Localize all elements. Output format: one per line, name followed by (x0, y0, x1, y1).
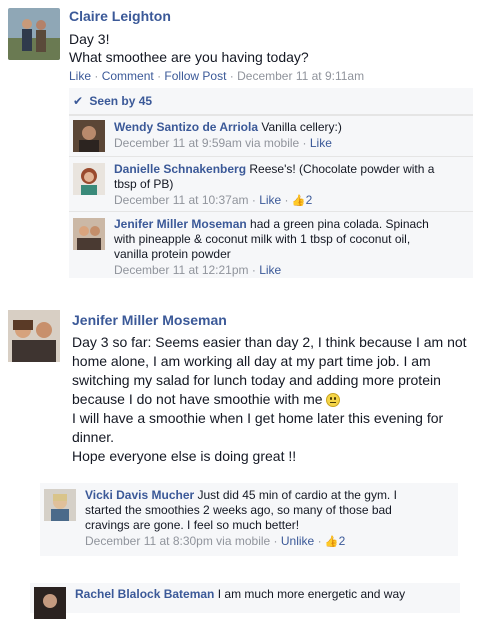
comment-danielle: Danielle Schnakenberg Reese's! (Chocolat… (69, 156, 473, 211)
sad-smiley-icon (326, 393, 341, 408)
comment-author[interactable]: Danielle Schnakenberg (114, 162, 246, 176)
author-name[interactable]: Claire Leighton (69, 8, 171, 24)
comment-section: ✔ Seen by 45 Wendy Santizo de Arriola Va… (69, 88, 473, 278)
follow-post-link[interactable]: Follow Post (164, 69, 226, 83)
checkmark-icon: ✔ (73, 94, 84, 108)
avatar-rachel[interactable] (34, 587, 66, 619)
like-link[interactable]: Like (259, 193, 281, 207)
seen-by-count[interactable]: Seen by 45 (89, 94, 152, 108)
seen-by-row: ✔ Seen by 45 (69, 88, 473, 115)
unlike-link[interactable]: Unlike (281, 534, 314, 548)
author-name[interactable]: Jenifer Miller Moseman (72, 312, 227, 328)
avatar-danielle[interactable] (73, 163, 105, 195)
post-text: Day 3 so far: Seems easier than day 2, I… (72, 334, 467, 464)
comment-author[interactable]: Jenifer Miller Moseman (114, 217, 247, 231)
avatar-jenifer-small[interactable] (73, 218, 105, 250)
likes-count[interactable]: 👍2 (325, 534, 345, 548)
avatar-claire[interactable] (8, 8, 60, 60)
avatar-vicki[interactable] (44, 489, 76, 521)
comment-vicki: Vicki Davis Mucher Just did 45 min of ca… (40, 483, 458, 556)
comment-author[interactable]: Wendy Santizo de Arriola (114, 120, 258, 134)
post-timestamp[interactable]: December 11 at 9:11am (237, 69, 364, 83)
avatar-jenifer[interactable] (8, 310, 60, 362)
thumbs-up-icon: 👍 (291, 195, 306, 207)
like-link[interactable]: Like (310, 136, 332, 150)
avatar-wendy[interactable] (73, 120, 105, 152)
like-link[interactable]: Like (69, 69, 91, 83)
comment-wendy: Wendy Santizo de Arriola Vanilla cellery… (69, 115, 473, 156)
like-link[interactable]: Like (259, 263, 281, 277)
post-text: Day 3! What smoothee are you having toda… (69, 31, 309, 65)
post-actions: Like · Comment · Follow Post · December … (69, 69, 365, 83)
thumbs-up-icon: 👍 (324, 536, 339, 548)
comment-jenifer: Jenifer Miller Moseman had a green pina … (69, 211, 473, 278)
comment-link[interactable]: Comment (102, 69, 154, 83)
comment-author[interactable]: Rachel Blalock Bateman (75, 587, 214, 601)
comment-rachel: Rachel Blalock Bateman I am much more en… (30, 583, 460, 619)
likes-count[interactable]: 👍2 (292, 193, 312, 207)
comment-author[interactable]: Vicki Davis Mucher (85, 488, 194, 502)
